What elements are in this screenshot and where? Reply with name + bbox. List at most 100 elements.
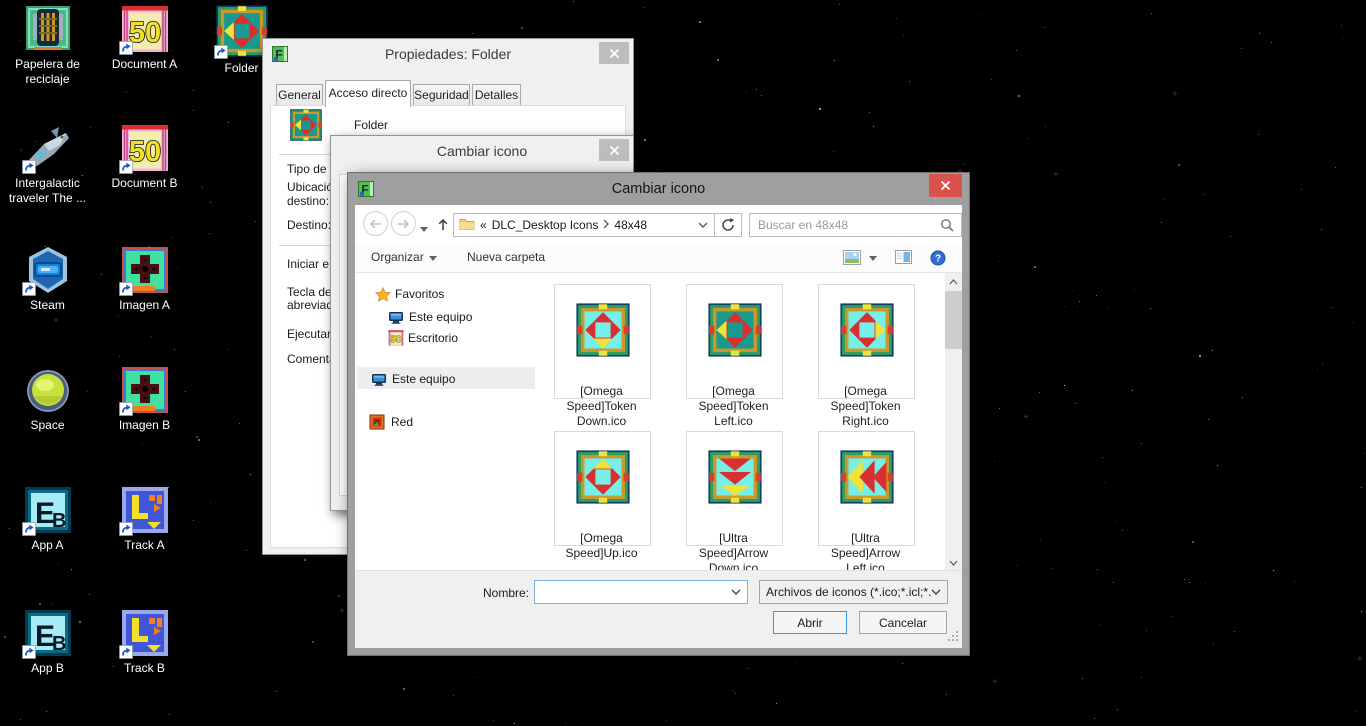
vertical-scrollbar[interactable]: [945, 273, 962, 571]
star: [1075, 403, 1076, 404]
filetype-select[interactable]: Archivos de iconos (*.ico;*.icl;*.: [759, 580, 948, 604]
change-icon-titlebar[interactable]: Cambiar icono: [331, 136, 633, 166]
sidebar-item-red[interactable]: Red: [369, 412, 413, 432]
tab-detalles[interactable]: Detalles: [472, 84, 521, 106]
star: [477, 677, 478, 678]
star: [1241, 48, 1242, 49]
star: [1097, 569, 1098, 570]
file-item-token-right[interactable]: [818, 284, 915, 399]
preview-pane-button[interactable]: [895, 250, 912, 264]
star: [1192, 541, 1194, 543]
organize-button[interactable]: Organizar: [371, 250, 437, 264]
star: [210, 502, 211, 503]
cancel-button[interactable]: Cancelar: [859, 611, 947, 634]
file-item-label[interactable]: [OmegaSpeed]TokenRight.ico: [800, 384, 931, 429]
file-item-label[interactable]: [OmegaSpeed]TokenLeft.ico: [668, 384, 799, 429]
breadcrumb[interactable]: « DLC_Desktop Icons 48x48: [453, 213, 715, 237]
desktop-icon-imagen-a[interactable]: Imagen A: [97, 246, 192, 313]
search-icon[interactable]: [940, 218, 961, 232]
change-view-button[interactable]: [843, 250, 861, 265]
file-item-arrow-down[interactable]: [686, 431, 783, 546]
shortcut-arrow-icon: [119, 522, 133, 536]
sidebar-item-favoritos[interactable]: Favoritos: [375, 284, 444, 304]
open-button[interactable]: Abrir: [773, 611, 847, 634]
desktop-icon-label: Intergalactic traveler The ...: [0, 176, 95, 206]
desktop-icon-document-b[interactable]: 50 Document B: [97, 124, 192, 191]
desktop-icon-track-a[interactable]: Track A: [97, 486, 192, 553]
properties-field-label: Destino:: [287, 218, 331, 232]
breadcrumb-segment[interactable]: DLC_Desktop Icons: [492, 218, 599, 232]
scroll-up-icon[interactable]: [945, 273, 962, 290]
star: [946, 694, 947, 695]
resize-grip[interactable]: [948, 631, 959, 645]
star: [255, 221, 256, 222]
new-folder-button[interactable]: Nueva carpeta: [467, 250, 545, 264]
star: [227, 349, 228, 350]
tab-seguridad[interactable]: Seguridad: [413, 84, 470, 106]
arrow-left-icon: [840, 450, 894, 507]
help-button[interactable]: ?: [930, 250, 946, 266]
properties-field-label: destino:: [287, 194, 329, 208]
file-item-label[interactable]: [OmegaSpeed]Up.ico: [536, 531, 667, 561]
forward-icon[interactable]: [391, 211, 416, 236]
sidebar-item-este-equipo[interactable]: Este equipo: [371, 369, 455, 389]
desktop-icon-label: Space: [0, 418, 95, 433]
star: [514, 723, 515, 724]
up-icon[interactable]: [433, 214, 453, 234]
desktop-icon-space[interactable]: Space: [0, 366, 95, 433]
file-item-arrow-left[interactable]: [818, 431, 915, 546]
file-item-token-left[interactable]: [686, 284, 783, 399]
close-icon[interactable]: [599, 42, 629, 64]
back-icon[interactable]: [363, 211, 388, 236]
star: [746, 92, 747, 93]
desktop-icon-label: Track B: [97, 661, 192, 676]
desktop-icon-steam[interactable]: Steam: [0, 246, 95, 313]
refresh-icon[interactable]: [715, 213, 742, 237]
change-icon-window-title: Cambiar icono: [331, 143, 633, 159]
filename-input[interactable]: [535, 584, 731, 600]
star: [819, 108, 821, 110]
close-icon[interactable]: [929, 174, 962, 197]
chevron-down-icon: [429, 250, 437, 264]
file-item-label[interactable]: [OmegaSpeed]TokenDown.ico: [536, 384, 667, 429]
desktop-icon-app-b[interactable]: EB App B: [0, 609, 95, 676]
properties-titlebar[interactable]: F Propiedades: Folder: [263, 39, 633, 69]
sidebar-item-label: Favoritos: [395, 287, 444, 301]
chevron-down-icon[interactable]: [698, 222, 714, 228]
sidebar-item-escritorio[interactable]: 50 Escritorio: [388, 328, 458, 348]
search-input[interactable]: [750, 217, 940, 233]
svg-text:B: B: [52, 633, 66, 655]
desktop-icon-imagen-b[interactable]: Imagen B: [97, 366, 192, 433]
star: [1363, 453, 1364, 454]
file-item-token-down[interactable]: [554, 284, 651, 399]
desktop-icon-document-a[interactable]: 50 Document A: [97, 5, 192, 72]
tab-acceso-directo[interactable]: Acceso directo: [325, 80, 411, 107]
file-item-token-up[interactable]: [554, 431, 651, 546]
views-chevron-icon[interactable]: [869, 250, 877, 264]
desktop-icon-label: Imagen A: [97, 298, 192, 313]
close-icon[interactable]: [599, 139, 629, 161]
star: [1016, 50, 1017, 51]
star: [169, 714, 170, 715]
sidebar-item-este-equipo[interactable]: Este equipo: [388, 307, 472, 327]
scroll-down-icon[interactable]: [945, 554, 962, 571]
filename-combobox[interactable]: [534, 580, 748, 604]
star: [1332, 307, 1333, 308]
desktop-icon-track-b[interactable]: Track B: [97, 609, 192, 676]
desktop-icon-recycle-bin[interactable]: Papelera de reciclaje: [0, 5, 95, 87]
sidebar-item-label: Este equipo: [392, 372, 455, 386]
star: [657, 169, 658, 170]
desktop-icon-intergalactic-traveler[interactable]: Intergalactic traveler The ...: [0, 124, 95, 206]
star: [1301, 189, 1302, 190]
search-box[interactable]: [749, 213, 962, 237]
star: [761, 95, 762, 96]
desktop-icon-app-a[interactable]: EB App A: [0, 486, 95, 553]
scrollbar-thumb[interactable]: [945, 291, 962, 349]
recent-locations-chevron-icon[interactable]: [420, 221, 428, 235]
star: [1361, 487, 1362, 488]
chevron-down-icon[interactable]: [731, 589, 747, 595]
doc50-icon: 50: [388, 330, 404, 346]
file-dialog-titlebar[interactable]: F Cambiar icono: [348, 173, 969, 205]
tab-general[interactable]: General: [276, 84, 323, 106]
breadcrumb-segment[interactable]: 48x48: [614, 218, 647, 232]
